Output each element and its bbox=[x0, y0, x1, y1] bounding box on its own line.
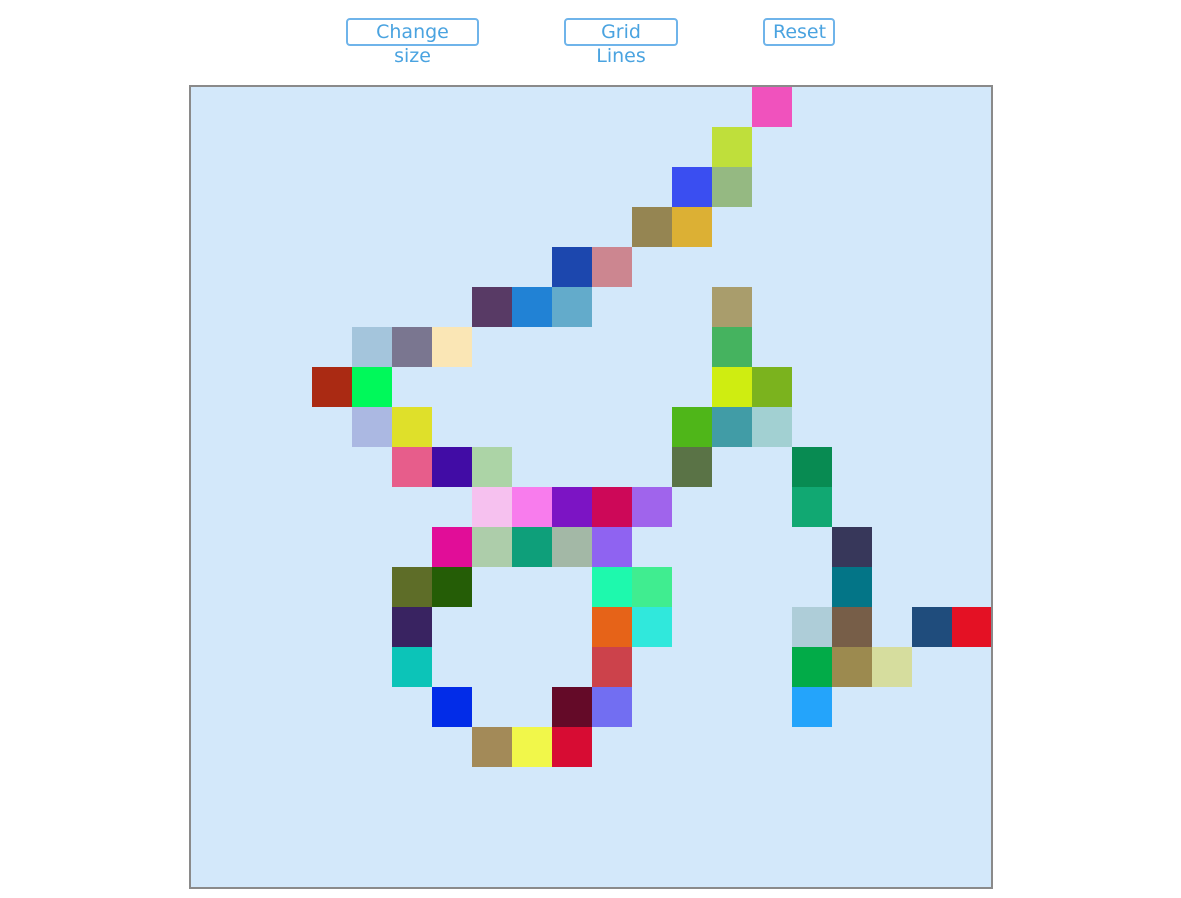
pixel-cell[interactable] bbox=[392, 647, 432, 687]
pixel-cell[interactable] bbox=[552, 287, 592, 327]
pixel-cell[interactable] bbox=[512, 527, 552, 567]
pixel-cell[interactable] bbox=[432, 327, 472, 367]
pixel-cell[interactable] bbox=[552, 247, 592, 287]
pixel-cell[interactable] bbox=[352, 327, 392, 367]
pixel-cell[interactable] bbox=[552, 527, 592, 567]
pixel-cell[interactable] bbox=[792, 607, 832, 647]
pixel-cell[interactable] bbox=[792, 687, 832, 727]
pixel-cell[interactable] bbox=[792, 447, 832, 487]
pixel-cell[interactable] bbox=[432, 687, 472, 727]
pixel-cell[interactable] bbox=[392, 327, 432, 367]
toolbar: Change size Grid Lines Reset bbox=[0, 18, 1181, 67]
pixel-cell[interactable] bbox=[472, 487, 512, 527]
pixel-cell[interactable] bbox=[752, 407, 792, 447]
pixel-cell[interactable] bbox=[632, 567, 672, 607]
pixel-cell[interactable] bbox=[392, 607, 432, 647]
pixel-cell[interactable] bbox=[392, 407, 432, 447]
pixel-canvas[interactable] bbox=[189, 85, 993, 889]
pixel-cell[interactable] bbox=[432, 567, 472, 607]
pixel-cell[interactable] bbox=[512, 487, 552, 527]
pixel-cell[interactable] bbox=[552, 487, 592, 527]
pixel-cell[interactable] bbox=[632, 207, 672, 247]
pixel-cell[interactable] bbox=[592, 607, 632, 647]
pixel-cell[interactable] bbox=[592, 487, 632, 527]
pixel-cell[interactable] bbox=[312, 367, 352, 407]
pixel-cell[interactable] bbox=[712, 327, 752, 367]
pixel-cell[interactable] bbox=[472, 727, 512, 767]
pixel-cell[interactable] bbox=[752, 367, 792, 407]
pixel-cell[interactable] bbox=[712, 407, 752, 447]
pixel-cell[interactable] bbox=[672, 167, 712, 207]
pixel-cell[interactable] bbox=[952, 607, 991, 647]
pixel-cell[interactable] bbox=[832, 527, 872, 567]
pixel-cell[interactable] bbox=[552, 687, 592, 727]
pixel-cell[interactable] bbox=[512, 287, 552, 327]
pixel-cell[interactable] bbox=[592, 647, 632, 687]
pixel-cell[interactable] bbox=[712, 167, 752, 207]
pixel-cell[interactable] bbox=[432, 447, 472, 487]
pixel-cell[interactable] bbox=[752, 87, 792, 127]
pixel-cell[interactable] bbox=[632, 607, 672, 647]
pixel-cell[interactable] bbox=[552, 727, 592, 767]
pixel-cell[interactable] bbox=[512, 727, 552, 767]
pixel-cell[interactable] bbox=[712, 127, 752, 167]
pixel-cell[interactable] bbox=[392, 447, 432, 487]
pixel-cell[interactable] bbox=[632, 487, 672, 527]
reset-button[interactable]: Reset bbox=[763, 18, 835, 46]
pixel-cell[interactable] bbox=[472, 447, 512, 487]
pixel-cell[interactable] bbox=[832, 567, 872, 607]
change-size-button[interactable]: Change size bbox=[346, 18, 479, 67]
pixel-cell[interactable] bbox=[672, 207, 712, 247]
pixel-cell[interactable] bbox=[792, 487, 832, 527]
pixel-cell[interactable] bbox=[592, 567, 632, 607]
pixel-cell[interactable] bbox=[672, 447, 712, 487]
pixel-cell[interactable] bbox=[832, 607, 872, 647]
pixel-cell[interactable] bbox=[832, 647, 872, 687]
pixel-cell[interactable] bbox=[432, 527, 472, 567]
pixel-cell[interactable] bbox=[592, 247, 632, 287]
pixel-cell[interactable] bbox=[712, 287, 752, 327]
pixel-cell[interactable] bbox=[792, 647, 832, 687]
pixel-cell[interactable] bbox=[712, 367, 752, 407]
pixel-cell[interactable] bbox=[352, 407, 392, 447]
pixel-cell[interactable] bbox=[912, 607, 952, 647]
grid-lines-button[interactable]: Grid Lines bbox=[564, 18, 678, 67]
pixel-cell[interactable] bbox=[472, 527, 512, 567]
pixel-cell[interactable] bbox=[392, 567, 432, 607]
pixel-cell[interactable] bbox=[472, 287, 512, 327]
pixel-cell[interactable] bbox=[592, 527, 632, 567]
pixel-cell[interactable] bbox=[592, 687, 632, 727]
pixel-cell[interactable] bbox=[352, 367, 392, 407]
pixel-cell[interactable] bbox=[672, 407, 712, 447]
pixel-cell[interactable] bbox=[872, 647, 912, 687]
